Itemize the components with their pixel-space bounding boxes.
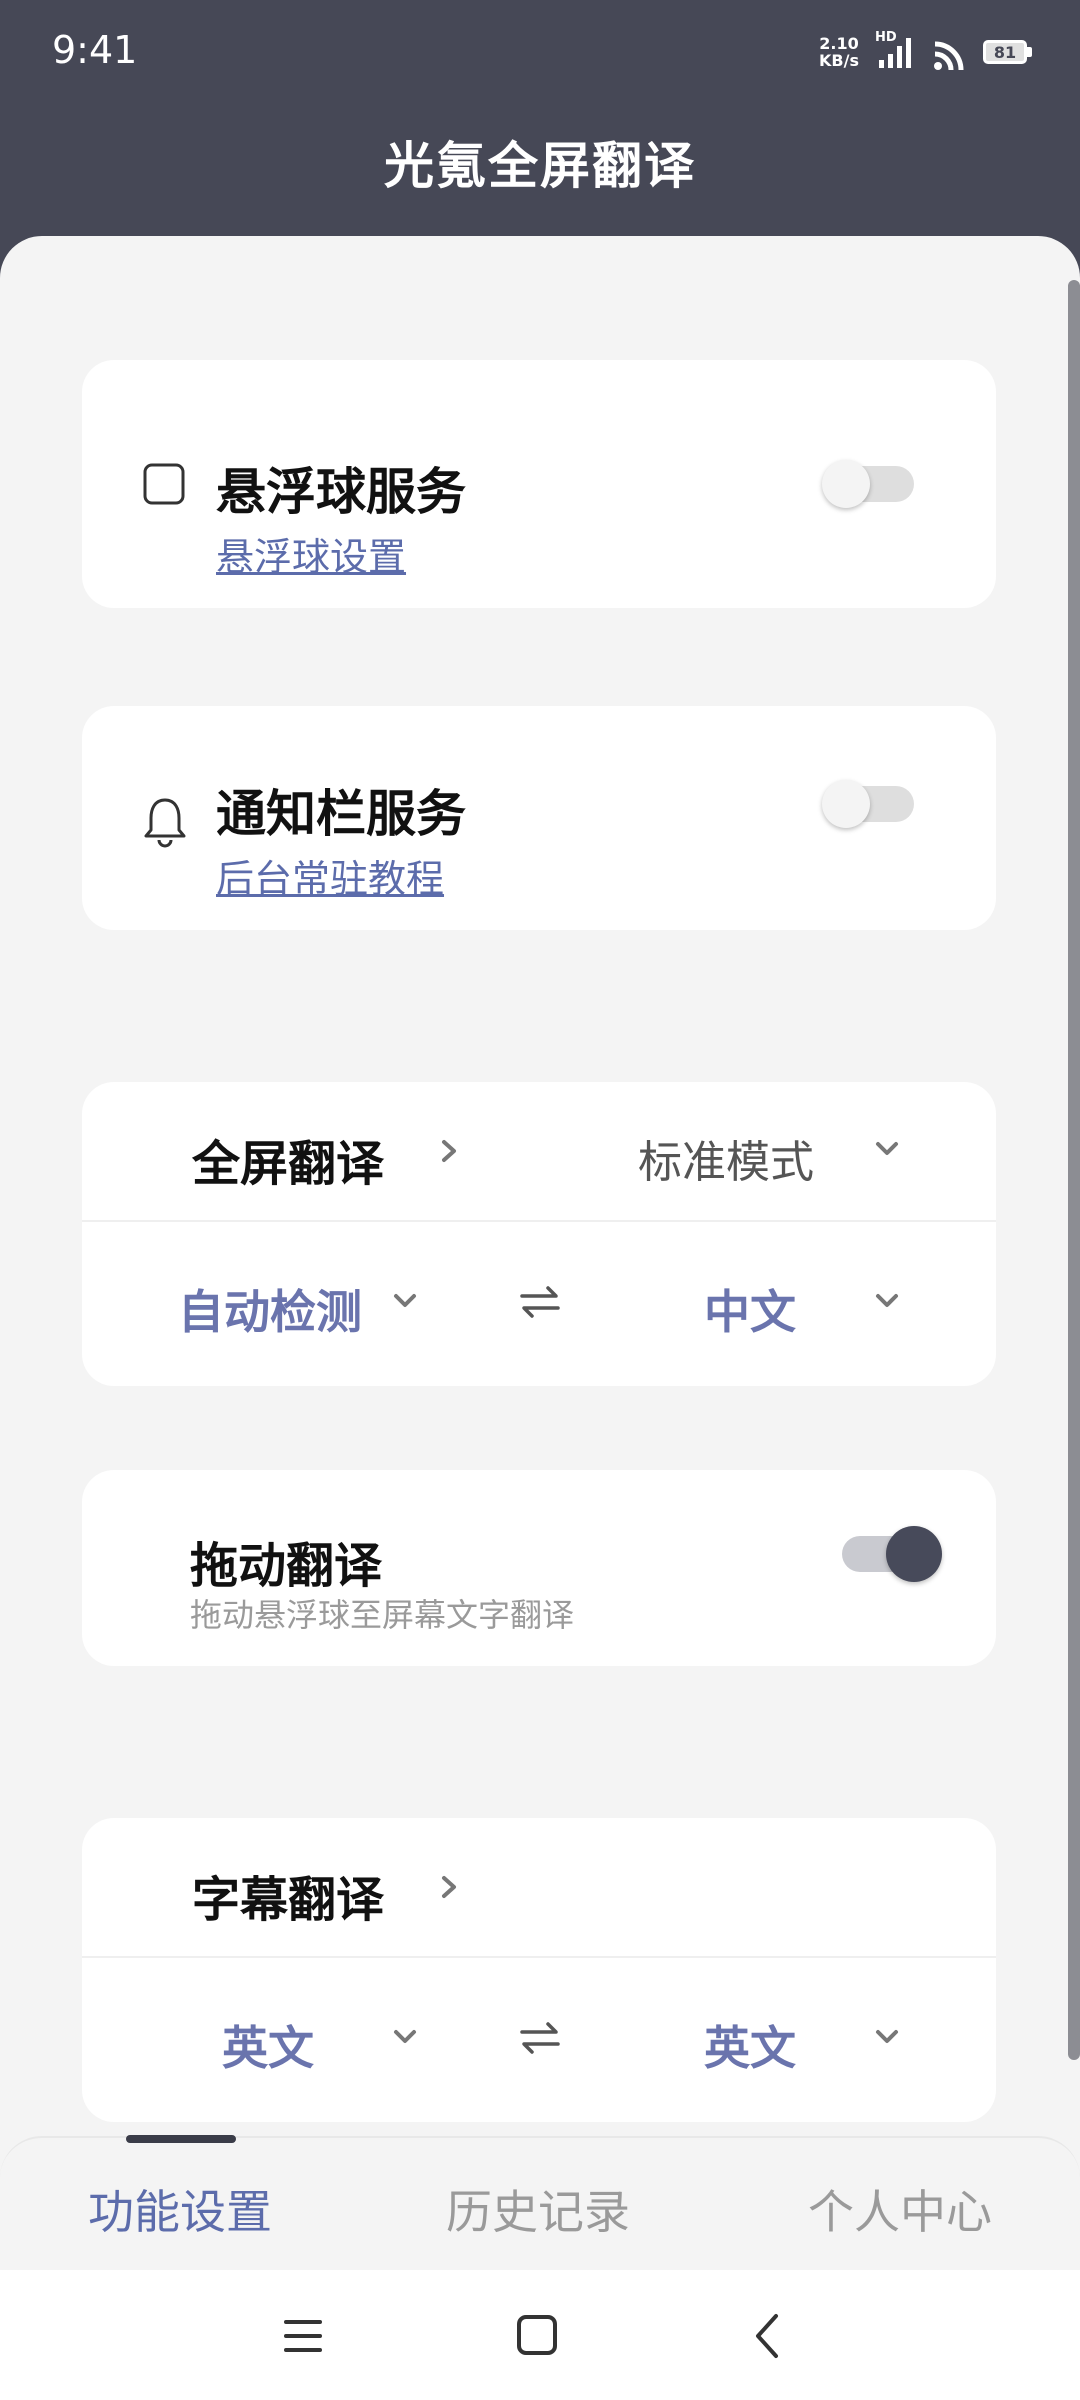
page-title: 光氪全屏翻译 [384, 137, 696, 195]
fullscreen-translate-card: 全屏翻译 标准模式 自动检测 中文 [82, 1082, 996, 1386]
tab-profile[interactable]: 个人中心 [808, 2176, 992, 2242]
chevron-down-icon[interactable] [872, 2026, 902, 2048]
notification-toggle[interactable] [822, 780, 918, 828]
network-speed: 2.10 KB/s [819, 34, 859, 70]
status-time: 9:41 [52, 28, 138, 72]
subtitle-translate-card: 字幕翻译 英文 英文 [82, 1818, 996, 2122]
chevron-right-icon[interactable] [438, 1136, 460, 1166]
tab-history[interactable]: 历史记录 [446, 2176, 630, 2242]
chevron-down-icon[interactable] [390, 1290, 420, 1312]
source-language-select[interactable]: 自动检测 [178, 1276, 362, 1342]
mode-select[interactable]: 标准模式 [638, 1126, 814, 1190]
background-tutorial-link[interactable]: 后台常驻教程 [216, 848, 444, 903]
tab-feature-settings[interactable]: 功能设置 [88, 2176, 272, 2242]
home-icon[interactable] [516, 2314, 558, 2356]
divider [82, 1956, 996, 1958]
subtitle-source-language-select[interactable]: 英文 [222, 2012, 314, 2078]
battery-icon: 81 [983, 40, 1032, 64]
notification-card: 通知栏服务 后台常驻教程 [82, 706, 996, 930]
drag-translate-toggle[interactable] [838, 1526, 942, 1582]
swap-arrows-icon[interactable] [518, 2018, 562, 2058]
wifi-icon [934, 41, 964, 70]
chevron-down-icon[interactable] [872, 1138, 902, 1160]
swap-arrows-icon[interactable] [518, 1282, 562, 1322]
bell-icon [144, 798, 186, 848]
cellular-signal-icon: HD [875, 30, 915, 70]
subtitle-target-language-select[interactable]: 英文 [704, 2012, 796, 2078]
floating-ball-card: 悬浮球服务 悬浮球设置 [82, 360, 996, 608]
menu-icon[interactable] [282, 2316, 324, 2356]
floating-ball-toggle[interactable] [822, 460, 918, 508]
floating-ball-settings-link[interactable]: 悬浮球设置 [216, 526, 406, 581]
drag-translate-card: 拖动翻译 拖动悬浮球至屏幕文字翻译 [82, 1470, 996, 1666]
fullscreen-translate-title[interactable]: 全屏翻译 [192, 1124, 384, 1194]
subtitle-translate-title[interactable]: 字幕翻译 [192, 1860, 384, 1930]
square-outline-icon [143, 463, 185, 505]
target-language-select[interactable]: 中文 [704, 1276, 796, 1342]
chevron-down-icon[interactable] [872, 1290, 902, 1312]
back-icon[interactable] [752, 2312, 782, 2360]
drag-translate-title: 拖动翻译 [190, 1538, 383, 1594]
status-icons: 2.10 KB/s HD 81 [819, 30, 1032, 70]
drag-translate-description: 拖动悬浮球至屏幕文字翻译 [190, 1596, 575, 1634]
floating-ball-title: 悬浮球服务 [216, 463, 466, 521]
chevron-right-icon[interactable] [438, 1872, 460, 1902]
notification-title: 通知栏服务 [216, 785, 466, 843]
scrollbar[interactable] [1068, 280, 1080, 2060]
active-tab-indicator [126, 2135, 236, 2143]
divider [82, 1220, 996, 1222]
chevron-down-icon[interactable] [390, 2026, 420, 2048]
status-bar: 9:41 2.10 KB/s HD 81 [0, 0, 1080, 110]
system-navigation-bar [0, 2270, 1080, 2400]
